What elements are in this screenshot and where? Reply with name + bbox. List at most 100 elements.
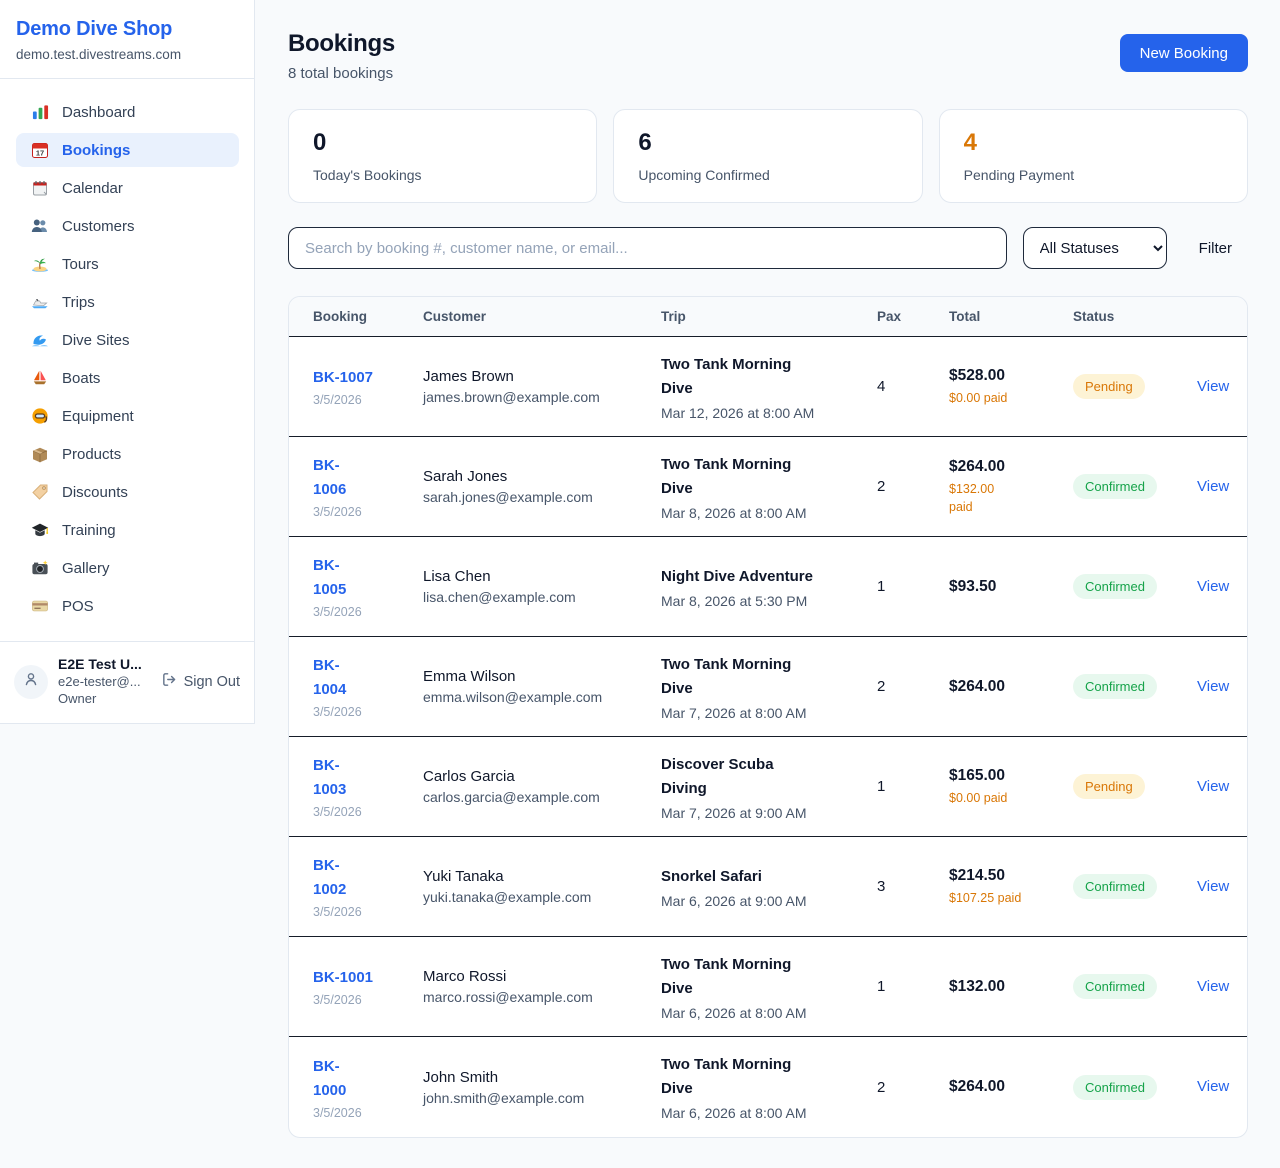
page-subtitle: 8 total bookings — [288, 65, 395, 82]
customer-name: Marco Rossi — [423, 968, 651, 985]
sidebar-item-dive-sites[interactable]: Dive Sites — [16, 323, 239, 357]
table-row: BK- 1006 3/5/2026 Sarah Jones sarah.jone… — [289, 437, 1247, 537]
total-amount: $93.50 — [949, 578, 1063, 596]
sidebar-user-box: E2E Test U... e2e-tester@... Owner Sign … — [0, 641, 254, 723]
graduation-cap-icon — [30, 521, 50, 539]
table-body: BK-1007 3/5/2026 James Brown james.brown… — [289, 337, 1247, 1137]
customer-name: Yuki Tanaka — [423, 868, 651, 885]
new-booking-button[interactable]: New Booking — [1120, 34, 1248, 72]
view-link[interactable]: View — [1197, 878, 1229, 895]
sidebar-item-dashboard[interactable]: Dashboard — [16, 95, 239, 129]
trip-name: Night Dive Adventure — [661, 565, 867, 589]
sidebar-item-discounts[interactable]: Discounts — [16, 475, 239, 509]
trip-name: Two Tank Morning Dive — [661, 453, 867, 501]
calendar-icon: 17 — [30, 141, 50, 159]
customer-name: Lisa Chen — [423, 568, 651, 585]
sidebar-item-label: POS — [62, 598, 94, 615]
app-layout: Demo Dive Shop demo.test.divestreams.com… — [0, 0, 1280, 1168]
customer-name: John Smith — [423, 1069, 651, 1086]
sailboat-icon — [30, 369, 50, 387]
sidebar-item-label: Trips — [62, 294, 95, 311]
sidebar-item-label: Tours — [62, 256, 99, 273]
booking-id-link[interactable]: BK-1001 — [313, 966, 373, 990]
user-email: e2e-tester@... — [58, 673, 151, 690]
stat-card: 6 Upcoming Confirmed — [613, 109, 922, 203]
sign-out-button[interactable]: Sign Out — [161, 671, 240, 692]
filter-row: All Statuses Filter — [288, 227, 1248, 269]
pax-count: 3 — [877, 878, 949, 895]
sidebar-item-training[interactable]: Training — [16, 513, 239, 547]
paid-amount: $0.00 paid — [949, 789, 1063, 807]
view-link[interactable]: View — [1197, 678, 1229, 695]
view-link[interactable]: View — [1197, 478, 1229, 495]
trip-datetime: Mar 6, 2026 at 8:00 AM — [661, 1005, 867, 1021]
wave-icon — [30, 331, 50, 349]
sidebar-item-label: Training — [62, 522, 116, 539]
search-input[interactable] — [288, 227, 1007, 269]
booking-id-link[interactable]: BK- 1003 — [313, 754, 346, 802]
filter-button[interactable]: Filter — [1183, 240, 1248, 257]
col-header-pax: Pax — [877, 309, 949, 324]
booking-id-link[interactable]: BK- 1002 — [313, 854, 346, 902]
sidebar-item-trips[interactable]: Trips — [16, 285, 239, 319]
tag-icon — [30, 483, 50, 501]
package-icon — [30, 445, 50, 463]
booking-date: 3/5/2026 — [313, 805, 413, 819]
pax-count: 2 — [877, 478, 949, 495]
spiral-calendar-icon — [30, 179, 50, 197]
customer-name: Sarah Jones — [423, 468, 651, 485]
sidebar-item-calendar[interactable]: Calendar — [16, 171, 239, 205]
customer-email: lisa.chen@example.com — [423, 589, 651, 605]
page-title: Bookings — [288, 30, 395, 58]
user-meta: E2E Test U... e2e-tester@... Owner — [58, 656, 151, 707]
status-badge: Confirmed — [1073, 874, 1157, 899]
sidebar-item-bookings[interactable]: 17 Bookings — [16, 133, 239, 167]
paid-amount: $132.00 paid — [949, 480, 1063, 516]
customer-email: emma.wilson@example.com — [423, 689, 651, 705]
view-link[interactable]: View — [1197, 1078, 1229, 1095]
page-header: Bookings 8 total bookings New Booking — [288, 30, 1248, 82]
view-link[interactable]: View — [1197, 378, 1229, 395]
status-badge: Pending — [1073, 374, 1145, 399]
table-row: BK- 1000 3/5/2026 John Smith john.smith@… — [289, 1037, 1247, 1137]
sidebar-item-pos[interactable]: POS — [16, 589, 239, 623]
sidebar-item-label: Dive Sites — [62, 332, 130, 349]
stat-label: Pending Payment — [964, 167, 1223, 183]
booking-id-link[interactable]: BK- 1006 — [313, 454, 346, 502]
booking-id-link[interactable]: BK- 1000 — [313, 1055, 346, 1103]
view-link[interactable]: View — [1197, 778, 1229, 795]
stat-value: 6 — [638, 129, 897, 157]
total-amount: $165.00 — [949, 767, 1063, 785]
sidebar-item-gallery[interactable]: Gallery — [16, 551, 239, 585]
sign-out-label: Sign Out — [184, 674, 240, 690]
logout-icon — [161, 671, 178, 692]
stat-card: 0 Today's Bookings — [288, 109, 597, 203]
sidebar-item-label: Dashboard — [62, 104, 135, 121]
booking-id-link[interactable]: BK-1007 — [313, 366, 373, 390]
stat-label: Today's Bookings — [313, 167, 572, 183]
sidebar-item-boats[interactable]: Boats — [16, 361, 239, 395]
booking-id-link[interactable]: BK- 1004 — [313, 654, 346, 702]
status-badge: Pending — [1073, 774, 1145, 799]
sidebar-item-label: Discounts — [62, 484, 128, 501]
stats-row: 0 Today's Bookings 6 Upcoming Confirmed … — [288, 109, 1248, 203]
paid-amount: $0.00 paid — [949, 389, 1063, 407]
sidebar-item-customers[interactable]: Customers — [16, 209, 239, 243]
sidebar-item-equipment[interactable]: Equipment — [16, 399, 239, 433]
pax-count: 1 — [877, 778, 949, 795]
pax-count: 4 — [877, 378, 949, 395]
status-filter-select[interactable]: All Statuses — [1023, 227, 1167, 269]
sidebar-item-products[interactable]: Products — [16, 437, 239, 471]
total-amount: $264.00 — [949, 458, 1063, 476]
table-row: BK- 1003 3/5/2026 Carlos Garcia carlos.g… — [289, 737, 1247, 837]
col-header-customer: Customer — [423, 309, 661, 324]
trip-datetime: Mar 8, 2026 at 5:30 PM — [661, 593, 867, 609]
customer-name: Carlos Garcia — [423, 768, 651, 785]
status-badge: Confirmed — [1073, 1075, 1157, 1100]
booking-date: 3/5/2026 — [313, 705, 413, 719]
customer-email: james.brown@example.com — [423, 389, 651, 405]
view-link[interactable]: View — [1197, 578, 1229, 595]
sidebar-item-tours[interactable]: Tours — [16, 247, 239, 281]
booking-id-link[interactable]: BK- 1005 — [313, 554, 346, 602]
view-link[interactable]: View — [1197, 978, 1229, 995]
